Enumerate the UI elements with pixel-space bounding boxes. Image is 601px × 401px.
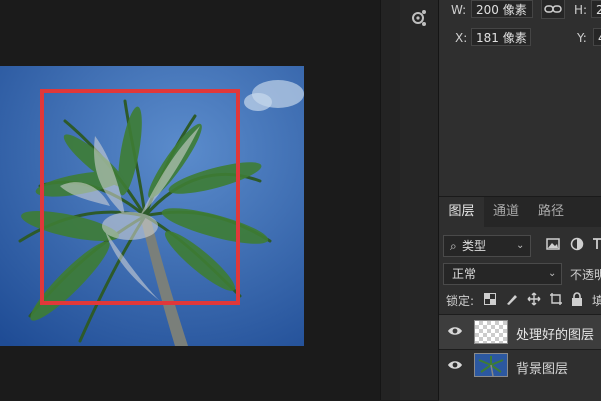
opacity-label: 不透明 (570, 268, 601, 282)
lock-image-pixels-icon[interactable] (505, 292, 519, 306)
layer-filter-dropdown[interactable]: ⌕ 类型 ⌄ (443, 235, 531, 257)
height-field[interactable]: 2 (591, 0, 601, 18)
canvas-scrollbar[interactable] (380, 0, 401, 400)
chevron-down-icon: ⌄ (548, 268, 557, 279)
eye-icon[interactable] (447, 325, 463, 337)
lock-label: 锁定: (446, 294, 475, 308)
adjustment-filter-icon[interactable] (570, 237, 584, 251)
eye-icon[interactable] (447, 359, 463, 371)
layer-thumbnail-background (474, 353, 508, 377)
lock-artboard-icon[interactable] (549, 292, 563, 306)
search-icon: ⌕ (450, 239, 457, 253)
layer-thumbnail-transparent (474, 320, 508, 344)
width-label: W: (451, 3, 467, 17)
lock-all-icon[interactable] (571, 292, 583, 306)
chain-link-icon (544, 5, 562, 13)
chevron-down-icon: ⌄ (516, 240, 525, 251)
x-label: X: (455, 31, 468, 45)
blend-mode-value: 正常 (452, 267, 477, 281)
pixel-filter-icon[interactable] (546, 238, 560, 250)
y-label: Y: (577, 31, 587, 45)
panel-dock-strip (400, 0, 439, 400)
layer-name[interactable]: 处理好的图层 (516, 324, 594, 343)
selection-marquee[interactable] (40, 89, 240, 305)
layer-name[interactable]: 背景图层 (516, 358, 568, 377)
x-field[interactable]: 181 像素 (471, 28, 531, 46)
link-dimensions-button[interactable] (541, 0, 565, 19)
layer-row-background[interactable]: 背景图层 (439, 350, 601, 384)
width-field[interactable]: 200 像素 (471, 0, 533, 18)
lock-transparent-pixels-icon[interactable] (484, 293, 496, 305)
blend-mode-dropdown[interactable]: 正常 ⌄ (443, 263, 562, 285)
height-label: H: (574, 3, 588, 17)
y-field[interactable]: 4 (593, 28, 601, 46)
fill-label: 填 (592, 294, 601, 308)
layer-row-processed[interactable]: 处理好的图层 (439, 315, 601, 349)
tab-channels[interactable]: 通道 (486, 197, 526, 227)
type-filter-icon[interactable] (593, 237, 601, 251)
properties-panel-icon[interactable] (409, 8, 429, 28)
tab-layers[interactable]: 图层 (439, 197, 484, 227)
filter-kind-value: 类型 (462, 239, 487, 253)
lock-position-icon[interactable] (527, 292, 541, 306)
tab-paths[interactable]: 路径 (531, 197, 571, 227)
